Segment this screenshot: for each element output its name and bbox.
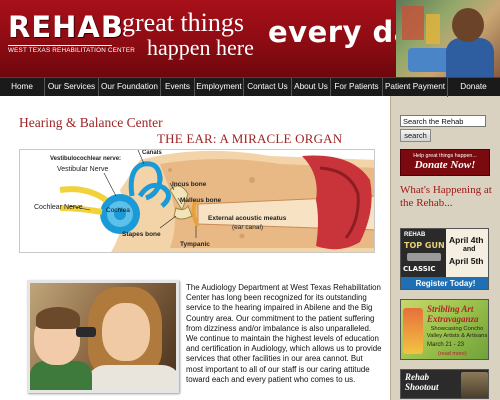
label-tympanic: Tympanic: [180, 241, 210, 248]
nav-for-patients[interactable]: For Patients: [331, 78, 383, 97]
search-button[interactable]: search: [400, 129, 431, 142]
whats-happening-heading: What's Happening at the Rehab...: [400, 184, 492, 209]
label-incus-bone: Incus bone: [172, 181, 207, 188]
label-external-acoustic-meatus: External acoustic meatus: [208, 215, 287, 222]
photo-shape: [446, 38, 494, 77]
promo-top-gun-classic[interactable]: REHAB TOP GUN CLASSIC April 4th and Apri…: [400, 228, 489, 290]
audiology-description: The Audiology Department at West Texas R…: [186, 283, 382, 384]
shootout-title-line-1: Rehab: [405, 372, 430, 382]
sidebar: search Help great things happen... Donat…: [391, 96, 500, 400]
nav-patient-payment[interactable]: Patient Payment: [383, 78, 448, 97]
shootout-photo: [461, 372, 488, 398]
ear-diagram: Canals Vestibulocochlear nerve: Vestibul…: [19, 149, 375, 253]
section-title: Hearing & Balance Center: [19, 115, 163, 130]
otoscope-icon: [76, 327, 96, 337]
promo-rehab-shootout[interactable]: Rehab Shootout: [400, 369, 489, 399]
register-today-button[interactable]: Register Today!: [401, 277, 488, 289]
stribling-title-line-2: Extravaganza: [427, 314, 479, 324]
label-canals: Canals: [142, 150, 162, 156]
shootout-title: Rehab Shootout: [405, 372, 439, 392]
photo-shape: [402, 6, 424, 40]
stribling-title: Stribling Art Extravaganza: [427, 304, 479, 324]
shotgun-icon: [407, 253, 441, 261]
photo-shape: [102, 303, 150, 361]
main-nav: Home Our Services Our Foundation Events …: [0, 77, 500, 97]
site-logo[interactable]: REHAB WEST TEXAS REHABILITATION CENTER: [8, 12, 135, 57]
photo-shape: [426, 14, 440, 44]
nav-contact-us[interactable]: Contact Us: [244, 78, 292, 97]
donate-now-banner[interactable]: Help great things happen... Donate Now!: [400, 149, 490, 176]
label-stapes-bone: Stapes bone: [122, 231, 161, 238]
audiology-photo: [27, 280, 179, 393]
promo-stribling-art[interactable]: Stribling Art Extravaganza Showcasing Co…: [400, 299, 489, 360]
tagline-line-1: great things: [122, 8, 245, 37]
top-gun-classic-text: CLASSIC: [403, 265, 436, 273]
label-cochlea: Cochlea: [106, 207, 130, 214]
stribling-title-line-1: Stribling Art: [427, 304, 474, 314]
label-malleus-bone: Malleus bone: [180, 197, 222, 204]
label-cochlear-nerve: Cochlear Nerve: [34, 204, 83, 211]
nav-our-foundation[interactable]: Our Foundation: [99, 78, 161, 97]
label-ear-canal: (ear canal): [232, 224, 263, 231]
page-heading: THE EAR: A MIRACLE ORGAN: [157, 131, 343, 146]
donate-banner-big-text: Donate Now!: [414, 159, 476, 171]
ear-anatomy-illustration: Canals Vestibulocochlear nerve: Vestibul…: [34, 150, 374, 252]
nav-home[interactable]: Home: [0, 78, 45, 97]
stribling-subtitle: Showcasing Concho Valley Artists & Artis…: [426, 326, 488, 339]
top-gun-rehab-text: REHAB: [404, 232, 426, 238]
logo-subtitle: WEST TEXAS REHABILITATION CENTER: [8, 45, 135, 54]
art-graphic: [403, 308, 423, 354]
nav-our-services[interactable]: Our Services: [45, 78, 99, 97]
stribling-date: March 21 - 23: [427, 342, 465, 348]
nav-donate[interactable]: Donate: [448, 78, 499, 97]
tagline-line-2: happen here: [147, 35, 254, 60]
photo-shape: [86, 365, 176, 390]
shootout-title-line-2: Shootout: [405, 382, 439, 392]
top-gun-graphic: REHAB TOP GUN CLASSIC: [401, 229, 446, 277]
photo-shape: [30, 361, 92, 390]
stribling-read-more-link[interactable]: (read more): [438, 351, 467, 357]
nav-events[interactable]: Events: [161, 78, 195, 97]
header-photo-child: [396, 0, 500, 77]
main-content: Hearing & Balance Center THE EAR: A MIRA…: [0, 96, 390, 400]
top-gun-date-1: April 4th: [449, 235, 484, 245]
search-input[interactable]: [400, 115, 486, 127]
photo-shape: [36, 307, 80, 329]
nav-employment[interactable]: Employment: [195, 78, 244, 97]
top-gun-date-2: April 5th: [449, 256, 484, 266]
nav-about-us[interactable]: About Us: [292, 78, 331, 97]
label-vestibulocochlear-nerve: Vestibulocochlear nerve:: [50, 156, 121, 162]
logo-text: REHAB: [8, 10, 124, 44]
site-header: REHAB WEST TEXAS REHABILITATION CENTER g…: [0, 0, 500, 77]
label-vestibular-nerve: Vestibular Nerve: [57, 166, 108, 173]
top-gun-date-and: and: [463, 246, 476, 253]
photo-shape: [452, 8, 484, 42]
top-gun-title: TOP GUN: [404, 241, 445, 250]
